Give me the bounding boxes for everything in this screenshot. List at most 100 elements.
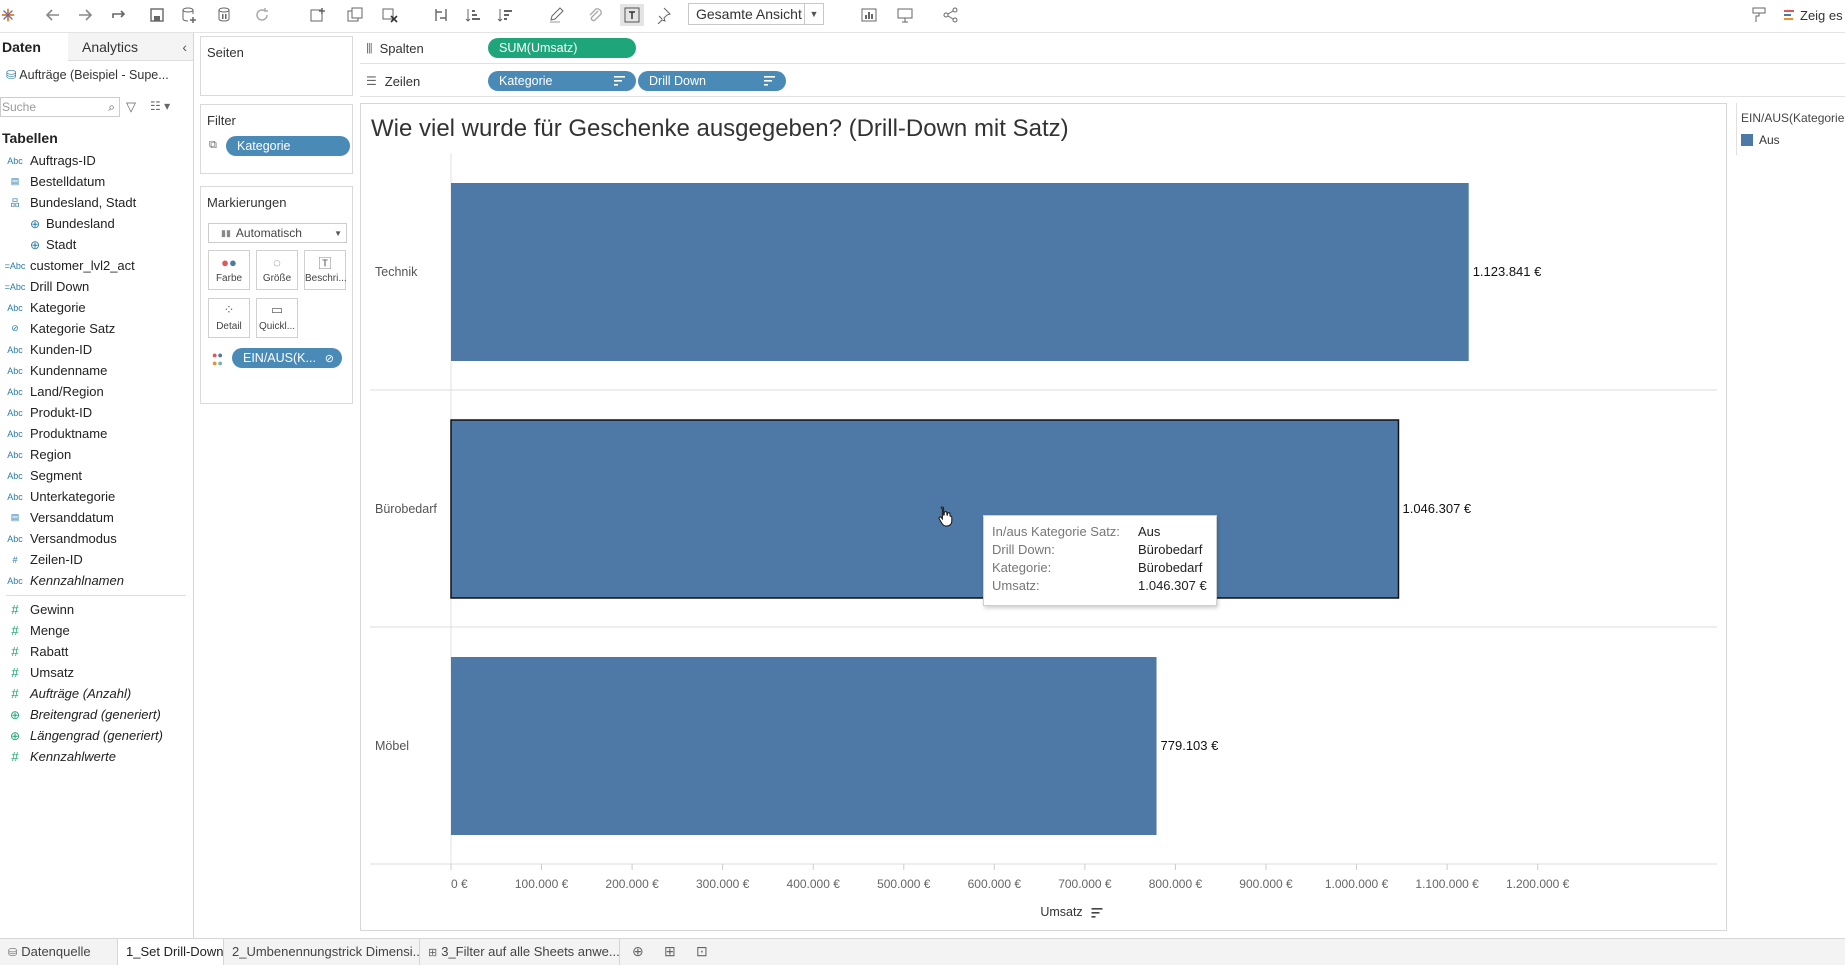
tab-sheet-1[interactable]: 1_Set Drill-Down — [118, 939, 224, 965]
search-input[interactable]: Suche ⌕ — [0, 97, 120, 117]
field-item[interactable]: Abc Unterkategorie — [0, 486, 190, 507]
field-label: customer_lvl2_act — [30, 258, 135, 273]
field-item[interactable]: # Umsatz — [0, 662, 190, 683]
axis-sort-icon[interactable] — [1091, 908, 1103, 918]
mark-type-value: Automatisch — [235, 226, 302, 240]
tooltip-value: Aus — [1138, 524, 1161, 539]
field-item[interactable]: Abc Kategorie — [0, 297, 190, 318]
refresh-icon[interactable] — [246, 4, 278, 26]
tab-sheet-3[interactable]: ⊞ 3_Filter auf alle Sheets anwe... — [420, 939, 620, 965]
detail-dots-icon: ⁘ — [223, 302, 235, 317]
tableau-logo-icon[interactable] — [0, 4, 16, 26]
save-icon[interactable] — [146, 4, 168, 26]
mark-color-button[interactable]: ● ● Farbe — [208, 250, 250, 290]
field-item[interactable]: Abc Produkt-ID — [0, 402, 190, 423]
rows-pill-drill-down[interactable]: Drill Down — [638, 71, 786, 91]
new-worksheet-tab-icon[interactable]: ⊕ — [632, 943, 644, 960]
group-members-icon[interactable] — [580, 4, 610, 26]
tab-datasource[interactable]: ⛁ Datenquelle — [0, 939, 118, 965]
datasource-item[interactable]: ⛁ Aufträge (Beispiel - Supe... — [6, 67, 191, 82]
redo-icon[interactable] — [104, 4, 134, 26]
forward-icon[interactable] — [74, 4, 96, 26]
field-item[interactable]: # Aufträge (Anzahl) — [0, 683, 190, 704]
tables-heading: Tabellen — [2, 130, 58, 146]
back-icon[interactable] — [42, 4, 64, 26]
sort-descending-icon[interactable] — [494, 4, 516, 26]
fix-axes-icon[interactable] — [652, 4, 674, 26]
field-type-icon: # — [11, 749, 19, 764]
view-options-icon[interactable]: ☷ ▾ — [150, 99, 170, 113]
field-item[interactable]: Abc Versandmodus — [0, 528, 190, 549]
field-item[interactable]: # Gewinn — [0, 599, 190, 620]
new-worksheet-icon[interactable] — [302, 4, 334, 26]
mark-label-button[interactable]: 🅃 Beschri... — [304, 250, 347, 290]
field-type-icon: # — [12, 554, 18, 565]
tab-daten[interactable]: Daten — [0, 33, 70, 63]
field-item[interactable]: Abc Kennzahlnamen — [0, 570, 190, 591]
chevron-left-icon[interactable]: ‹ — [182, 33, 187, 61]
filter-card[interactable]: Filter ⧉ Kategorie — [200, 104, 353, 174]
tab-analytics[interactable]: Analytics ‹ — [68, 33, 193, 61]
category-label: Bürobedarf — [375, 502, 437, 516]
share-icon[interactable] — [940, 4, 962, 26]
chevron-down-icon[interactable]: ▼ — [804, 4, 823, 24]
field-item[interactable]: ⊕ Stadt — [0, 234, 190, 255]
field-item[interactable]: Abc Segment — [0, 465, 190, 486]
tab-sheet-2[interactable]: 2_Umbenennungstrick Dimensi... — [224, 939, 420, 965]
duplicate-sheet-icon[interactable] — [344, 4, 366, 26]
field-item[interactable]: =Abc customer_lvl2_act — [0, 255, 190, 276]
field-item[interactable]: Abc Kundenname — [0, 360, 190, 381]
mark-size-button[interactable]: ◌ Größe — [256, 250, 298, 290]
field-item[interactable]: Abc Produktname — [0, 423, 190, 444]
show-me-button[interactable]: Zeig es — [1784, 4, 1845, 26]
x-tick-label: 800.000 € — [1149, 877, 1203, 891]
field-item[interactable]: ⊕ Längengrad (generiert) — [0, 725, 190, 746]
field-item[interactable]: Abc Region — [0, 444, 190, 465]
rows-pill-kategorie-label: Kategorie — [499, 74, 553, 88]
view-size-select[interactable]: Gesamte Ansicht ▼ — [688, 3, 824, 25]
field-item[interactable]: # Zeilen-ID — [0, 549, 190, 570]
clear-sheet-icon[interactable] — [374, 4, 406, 26]
new-datasource-icon[interactable] — [178, 4, 200, 26]
field-label: Bundesland — [46, 216, 115, 231]
field-item[interactable]: # Kennzahlwerte — [0, 746, 190, 767]
field-item[interactable]: ▤ Versanddatum — [0, 507, 190, 528]
new-dashboard-tab-icon[interactable]: ⊞ — [664, 943, 676, 960]
show-mark-labels-icon[interactable] — [620, 4, 644, 26]
pages-card[interactable]: Seiten — [200, 36, 353, 96]
filter-pill-kategorie[interactable]: Kategorie — [226, 136, 350, 156]
field-label: Menge — [30, 623, 70, 638]
field-item[interactable]: Abc Kunden-ID — [0, 339, 190, 360]
mark-type-select[interactable]: ▮▮ Automatisch ▼ — [208, 223, 347, 243]
field-item[interactable]: ▤ Bestelldatum — [0, 171, 190, 192]
show-me-bars-icon — [1784, 8, 1796, 22]
field-item[interactable]: # Rabatt — [0, 641, 190, 662]
show-me-icon[interactable] — [852, 4, 886, 26]
field-item[interactable]: ⊕ Bundesland — [0, 213, 190, 234]
columns-pill-sum-umsatz[interactable]: SUM(Umsatz) — [488, 38, 636, 58]
legend-item-aus[interactable]: Aus — [1741, 133, 1780, 147]
field-item[interactable]: =Abc Drill Down — [0, 276, 190, 297]
pause-autoupdate-icon[interactable] — [210, 4, 240, 26]
highlight-icon[interactable] — [542, 4, 572, 26]
filter-fields-icon[interactable]: ▽ — [126, 99, 136, 115]
mark-tooltip-button[interactable]: ▭ Quickl... — [256, 298, 298, 338]
new-story-tab-icon[interactable]: ⊡ — [696, 943, 708, 960]
field-item[interactable]: 品 Bundesland, Stadt — [0, 192, 190, 213]
x-tick-label: 200.000 € — [605, 877, 659, 891]
field-item[interactable]: Abc Land/Region — [0, 381, 190, 402]
mark-detail-button[interactable]: ⁘ Detail — [208, 298, 250, 338]
field-label: Breitengrad (generiert) — [30, 707, 161, 722]
sort-ascending-icon[interactable] — [462, 4, 484, 26]
swap-rows-columns-icon[interactable] — [430, 4, 452, 26]
field-item[interactable]: # Menge — [0, 620, 190, 641]
x-axis-title: Umsatz — [1040, 905, 1082, 919]
field-item[interactable]: ⊕ Breitengrad (generiert) — [0, 704, 190, 725]
columns-pill-label: SUM(Umsatz) — [499, 41, 578, 55]
rows-pill-kategorie[interactable]: Kategorie — [488, 71, 636, 91]
field-item[interactable]: ⊘ Kategorie Satz — [0, 318, 190, 339]
format-painter-icon[interactable] — [1748, 4, 1770, 26]
field-item[interactable]: Abc Auftrags-ID — [0, 150, 190, 171]
presentation-mode-icon[interactable] — [894, 4, 916, 26]
color-pill-ein-aus[interactable]: EIN/AUS(K... ⊘ — [232, 348, 342, 368]
